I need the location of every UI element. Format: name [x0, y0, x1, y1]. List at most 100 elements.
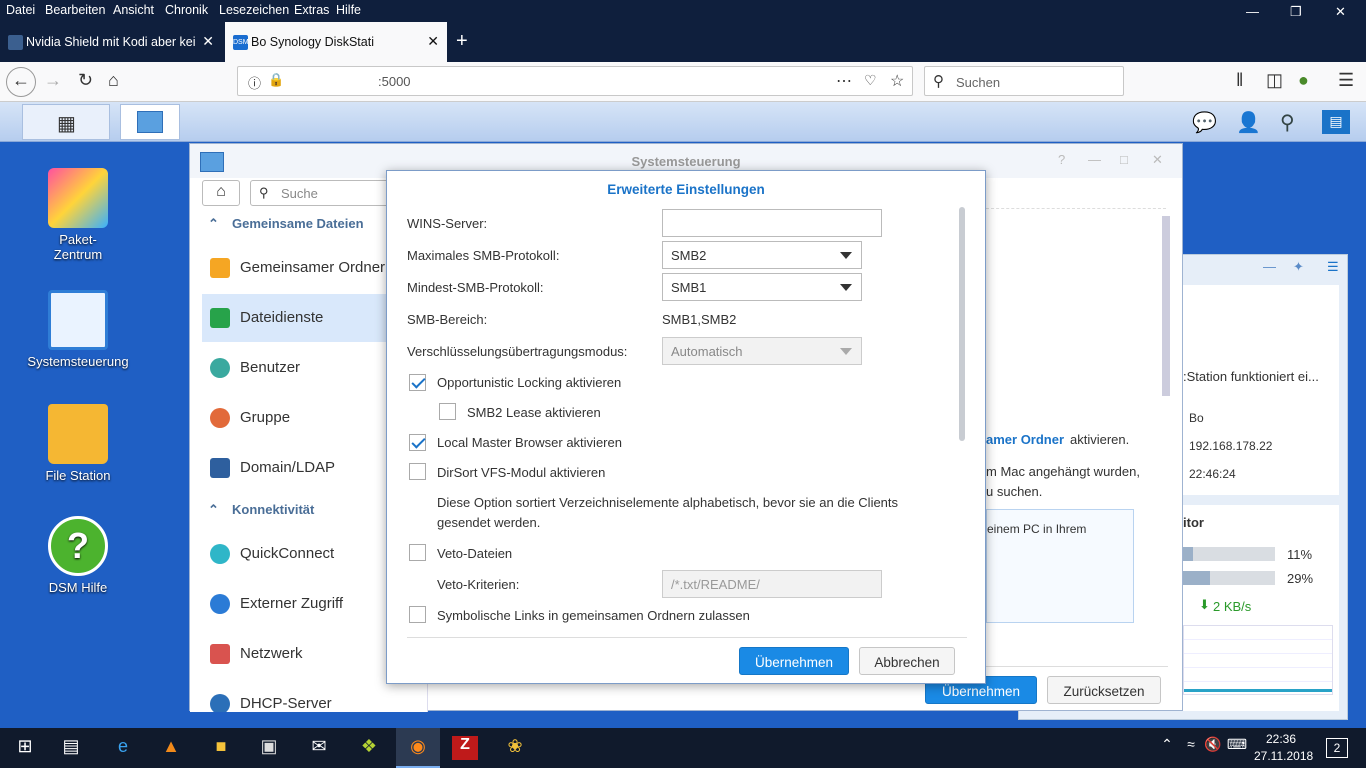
menu-bearbeiten[interactable]: Bearbeiten [45, 3, 105, 17]
search-icon[interactable]: ⚲ [1280, 110, 1295, 135]
search-bar[interactable]: ⚲ Suchen [924, 66, 1124, 96]
desktop-icon-file-station[interactable]: File Station [18, 404, 138, 483]
local-master-browser-checkbox[interactable] [409, 434, 426, 451]
tab-nvidia-shield[interactable]: Nvidia Shield mit Kodi aber kei ✕ [0, 22, 222, 62]
forward-icon[interactable]: → [44, 70, 62, 91]
menu-chronik[interactable]: Chronik [165, 3, 208, 17]
keyboard-icon[interactable]: ⌨ [1224, 736, 1250, 760]
chevron-up-icon[interactable]: ⌃ [208, 216, 219, 232]
chat-icon[interactable]: 💬 [1192, 110, 1217, 135]
windows-start-icon[interactable]: ⊞ [12, 736, 38, 760]
menu-extras[interactable]: Extras [294, 3, 329, 17]
taskbar-systemsteuerung[interactable] [120, 104, 180, 140]
menu-datei[interactable]: Datei [6, 3, 35, 17]
home-button[interactable]: ⌂ [202, 180, 240, 206]
user-icon[interactable]: 👤 [1236, 110, 1261, 135]
help-icon[interactable]: ? [1058, 152, 1065, 167]
veto-files-checkbox[interactable] [409, 544, 426, 561]
back-icon[interactable]: ← [6, 67, 36, 97]
explorer-folder-icon[interactable]: ■ [208, 736, 234, 760]
menu-lesezeichen[interactable]: Lesezeichen [219, 3, 289, 17]
notification-icon[interactable]: 2 [1326, 738, 1348, 758]
mail-icon[interactable]: ✉ [306, 736, 332, 760]
menu-icon[interactable]: ☰ [1338, 70, 1354, 91]
smb2-lease-label: SMB2 Lease aktivieren [467, 405, 601, 420]
home-icon[interactable]: ⌂ [108, 70, 119, 91]
section-konnektivitaet[interactable]: Konnektivität [232, 502, 314, 517]
encryption-select[interactable]: Automatisch [662, 337, 862, 365]
smb-range-label: SMB-Bereich: [407, 312, 488, 327]
ram-bar [1183, 571, 1275, 585]
bookmark-star-icon[interactable]: ☆ [890, 71, 904, 91]
min-smb-select[interactable]: SMB1 [662, 273, 862, 301]
max-smb-select[interactable]: SMB2 [662, 241, 862, 269]
clock-time[interactable]: 22:36 [1266, 732, 1296, 746]
paint-icon[interactable]: ❀ [502, 736, 528, 760]
main-menu-button[interactable]: ▦ [22, 104, 110, 140]
close-tab-icon[interactable]: ✕ [202, 33, 214, 50]
library-icon[interactable]: ‖ [1236, 70, 1243, 91]
url-bar[interactable]: ⓘ 🔒 :5000 ⋯ ♡ ☆ [237, 66, 913, 96]
maximize-icon[interactable]: □ [1120, 152, 1128, 167]
section-gemeinsame-dateien[interactable]: Gemeinsame Dateien [232, 216, 364, 231]
firefox-taskbar-button[interactable]: ◉ [396, 728, 440, 768]
tab-synology[interactable]: DSM Bo​ Synology DiskStati ✕ [225, 22, 447, 62]
symlinks-checkbox[interactable] [409, 606, 426, 623]
vlc-icon[interactable]: ▲ [158, 736, 184, 760]
tray-chevron-icon[interactable]: ⌃ [1154, 736, 1180, 760]
network-house-icon [210, 644, 230, 664]
edge-icon[interactable]: e [110, 736, 136, 760]
info-icon[interactable]: ⓘ [248, 73, 261, 92]
wins-label: WINS-Server: [407, 216, 488, 231]
widget-menu-icon[interactable]: ☰ [1327, 259, 1339, 275]
new-tab-icon[interactable]: + [456, 30, 468, 53]
menu-hilfe[interactable]: Hilfe [336, 3, 361, 17]
pin-icon[interactable]: ✦ [1293, 259, 1304, 275]
shared-folder-link[interactable]: amer Ordner [986, 432, 1064, 447]
desktop-icon-dsm-hilfe[interactable]: ? DSM Hilfe [18, 516, 138, 595]
close-icon[interactable]: ✕ [1152, 152, 1163, 168]
min-smb-label: Mindest-SMB-Protokoll: [407, 280, 544, 295]
sidebar-icon[interactable]: ◫ [1266, 70, 1283, 91]
volume-muted-icon[interactable]: 🔇 [1200, 736, 1226, 760]
restore-icon[interactable]: ❐ [1290, 4, 1302, 20]
sidebar-item-dhcp-server[interactable]: DHCP-Server [202, 680, 424, 712]
extension-icon[interactable]: ● [1298, 70, 1309, 91]
veto-criteria-input[interactable]: /*.txt/README/ [662, 570, 882, 598]
wins-server-input[interactable] [662, 209, 882, 237]
xmind-icon[interactable]: ❖ [356, 736, 382, 760]
opportunistic-locking-checkbox[interactable] [409, 374, 426, 391]
dialog-apply-button[interactable]: Übernehmen [739, 647, 849, 675]
dirsort-checkbox[interactable] [409, 463, 426, 480]
widgets-icon[interactable]: ▤ [1322, 110, 1350, 134]
symlinks-label: Symbolische Links in gemeinsamen Ordnern… [437, 608, 750, 623]
minimize-icon[interactable]: — [1088, 152, 1101, 167]
info-box: einem PC in Ihrem [986, 509, 1134, 623]
chevron-up-icon[interactable]: ⌃ [208, 502, 219, 518]
cpu-percent: 11% [1287, 547, 1313, 562]
desktop-icon-systemsteuerung[interactable]: Systemsteuerung [18, 290, 138, 369]
filezilla-icon[interactable]: Z [452, 736, 478, 760]
menu-ansicht[interactable]: Ansicht [113, 3, 154, 17]
minimize-icon[interactable]: — [1246, 4, 1259, 19]
local-master-browser-label: Local Master Browser aktivieren [437, 435, 622, 450]
smb2-lease-checkbox[interactable] [439, 403, 456, 420]
clock-date[interactable]: 27.11.2018 [1254, 749, 1313, 763]
control-panel-icon [48, 290, 108, 350]
reload-icon[interactable]: ↻ [78, 70, 93, 91]
cp-reset-button[interactable]: Zurücksetzen [1047, 676, 1161, 704]
desktop-icon-paket-zentrum[interactable]: Paket- Zentrum [18, 168, 138, 262]
dialog-cancel-button[interactable]: Abbrechen [859, 647, 955, 675]
minimize-icon[interactable]: — [1263, 259, 1276, 274]
control-panel-icon [200, 152, 224, 172]
store-icon[interactable]: ▣ [256, 736, 282, 760]
pocket-icon[interactable]: ♡ [864, 72, 877, 89]
opportunistic-locking-label: Opportunistic Locking aktivieren [437, 375, 622, 390]
close-tab-icon[interactable]: ✕ [427, 33, 439, 50]
close-window-icon[interactable]: ✕ [1335, 4, 1346, 20]
scrollbar[interactable] [959, 207, 965, 441]
max-smb-label: Maximales SMB-Protokoll: [407, 248, 560, 263]
dialog-title: Erweiterte Einstellungen [607, 182, 765, 197]
more-actions-icon[interactable]: ⋯ [836, 71, 852, 91]
task-view-icon[interactable]: ▤ [58, 736, 84, 760]
